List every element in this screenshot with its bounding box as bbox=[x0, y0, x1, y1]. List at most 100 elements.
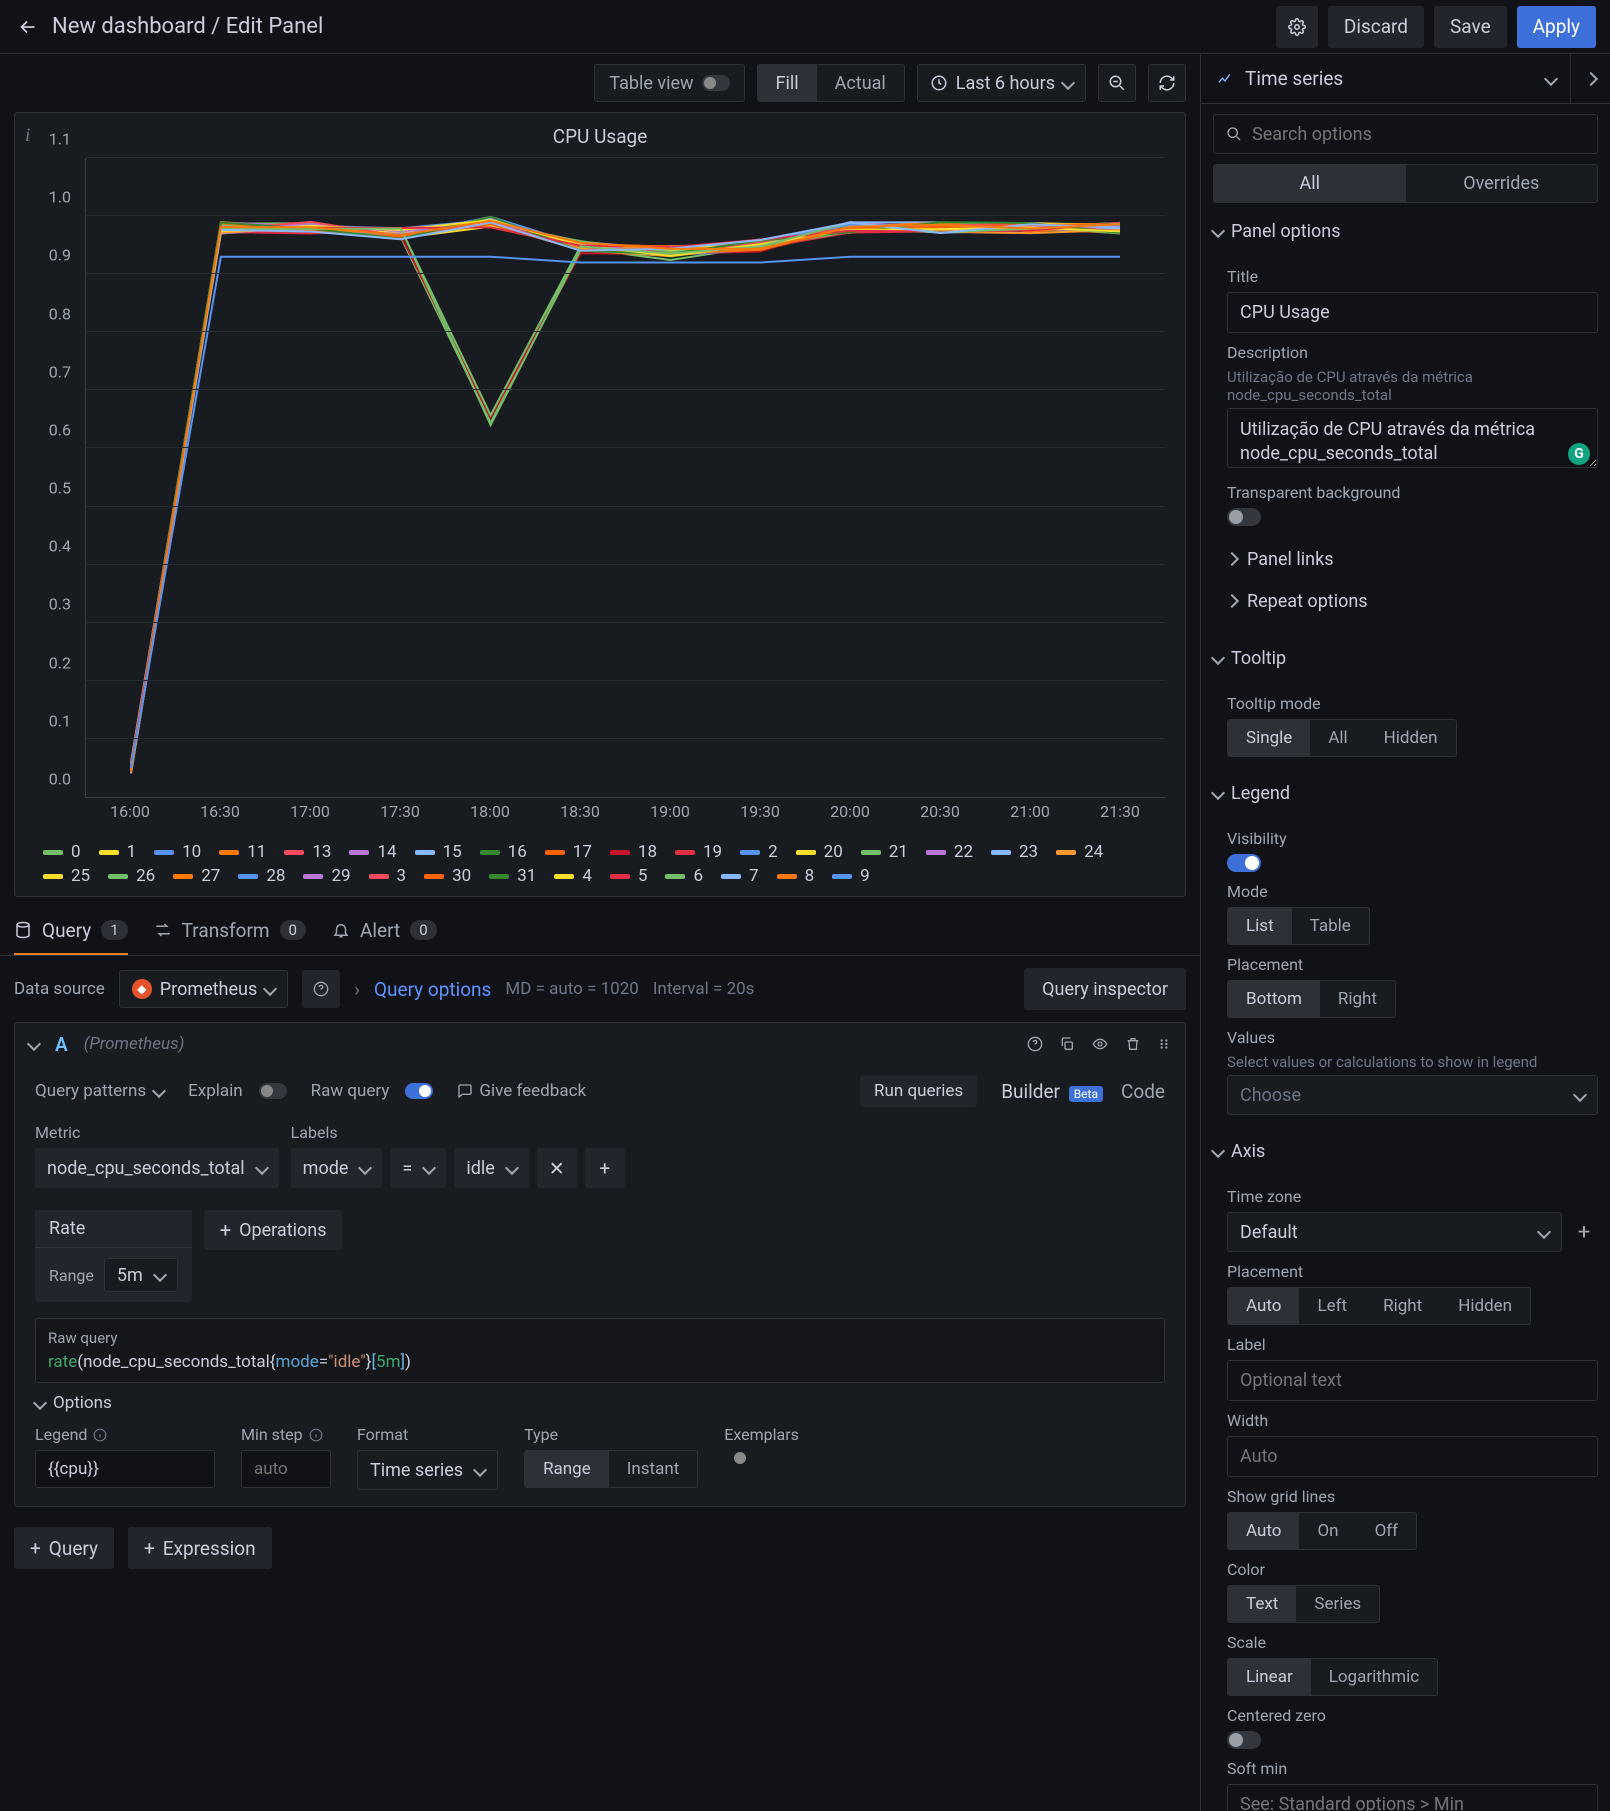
fill-option[interactable]: Fill bbox=[758, 65, 817, 101]
legend-item[interactable]: 13 bbox=[284, 842, 331, 862]
axis-placement-hidden[interactable]: Hidden bbox=[1440, 1288, 1530, 1324]
axis-width-input[interactable] bbox=[1227, 1436, 1598, 1477]
type-range-option[interactable]: Range bbox=[525, 1451, 609, 1487]
legend-item[interactable]: 4 bbox=[554, 866, 592, 886]
legend-item[interactable]: 27 bbox=[173, 866, 220, 886]
query-delete-button[interactable] bbox=[1125, 1036, 1141, 1052]
section-repeat-options[interactable]: Repeat options bbox=[1227, 580, 1598, 622]
section-panel-links[interactable]: Panel links bbox=[1227, 538, 1598, 580]
title-input[interactable] bbox=[1227, 292, 1598, 333]
add-query-button[interactable]: +Query bbox=[14, 1527, 114, 1569]
chart-area[interactable]: 0.00.10.20.30.40.50.60.70.80.91.01.1 16:… bbox=[15, 152, 1185, 832]
legend-item[interactable]: 9 bbox=[832, 866, 870, 886]
tooltip-single[interactable]: Single bbox=[1228, 720, 1310, 756]
format-select[interactable]: Time series bbox=[357, 1450, 498, 1490]
grid-off[interactable]: Off bbox=[1357, 1513, 1417, 1549]
legend-item[interactable]: 20 bbox=[796, 842, 843, 862]
info-icon[interactable] bbox=[93, 1428, 107, 1442]
scale-linear[interactable]: Linear bbox=[1228, 1659, 1311, 1695]
tab-all[interactable]: All bbox=[1214, 165, 1406, 202]
transparent-toggle[interactable] bbox=[1227, 508, 1261, 526]
add-label-button[interactable]: + bbox=[585, 1148, 625, 1188]
query-options-link[interactable]: Query options bbox=[374, 978, 491, 1001]
axis-color-text[interactable]: Text bbox=[1228, 1586, 1296, 1622]
legend-item[interactable]: 25 bbox=[43, 866, 90, 886]
legend-item[interactable]: 23 bbox=[991, 842, 1038, 862]
legend-item[interactable]: 14 bbox=[349, 842, 396, 862]
time-range-picker[interactable]: Last 6 hours bbox=[917, 64, 1086, 102]
legend-placement-right[interactable]: Right bbox=[1320, 981, 1395, 1017]
save-button[interactable]: Save bbox=[1434, 6, 1507, 48]
axis-placement-left[interactable]: Left bbox=[1299, 1288, 1365, 1324]
legend-item[interactable]: 24 bbox=[1056, 842, 1103, 862]
softmin-input[interactable] bbox=[1227, 1784, 1598, 1811]
range-select[interactable]: 5m bbox=[104, 1258, 178, 1292]
tab-query[interactable]: Query 1 bbox=[14, 907, 128, 955]
legend-item[interactable]: 3 bbox=[369, 866, 407, 886]
legend-item[interactable]: 17 bbox=[545, 842, 592, 862]
minstep-input[interactable] bbox=[241, 1450, 331, 1488]
add-operations-button[interactable]: + Operations bbox=[204, 1210, 343, 1250]
feedback-link[interactable]: Give feedback bbox=[457, 1081, 586, 1101]
search-options-input[interactable] bbox=[1250, 123, 1585, 146]
grid-auto[interactable]: Auto bbox=[1228, 1513, 1299, 1549]
centered-zero-toggle[interactable] bbox=[1227, 1731, 1261, 1749]
legend-mode-table[interactable]: Table bbox=[1292, 908, 1369, 944]
legend-item[interactable]: 29 bbox=[303, 866, 350, 886]
description-input[interactable] bbox=[1227, 408, 1598, 468]
info-icon[interactable] bbox=[309, 1428, 323, 1442]
label-op-select[interactable]: = bbox=[390, 1148, 446, 1188]
axis-label-input[interactable] bbox=[1227, 1360, 1598, 1401]
collapse-query-button[interactable] bbox=[27, 1037, 41, 1051]
query-drag-handle[interactable] bbox=[1157, 1036, 1171, 1052]
legend-item[interactable]: 26 bbox=[108, 866, 155, 886]
metric-select[interactable]: node_cpu_seconds_total bbox=[35, 1148, 279, 1188]
legend-item[interactable]: 30 bbox=[424, 866, 471, 886]
viz-side-collapse[interactable] bbox=[1570, 54, 1610, 104]
apply-button[interactable]: Apply bbox=[1517, 6, 1596, 48]
label-value-select[interactable]: idle bbox=[454, 1148, 528, 1188]
legend-item[interactable]: 11 bbox=[219, 842, 266, 862]
legend-values-select[interactable]: Choose bbox=[1227, 1075, 1598, 1115]
settings-button[interactable] bbox=[1276, 6, 1318, 48]
label-key-select[interactable]: mode bbox=[291, 1148, 383, 1188]
refresh-button[interactable] bbox=[1148, 64, 1186, 102]
zoom-out-button[interactable] bbox=[1098, 64, 1136, 102]
legend-item[interactable]: 7 bbox=[721, 866, 759, 886]
legend-item[interactable]: 1 bbox=[99, 842, 137, 862]
legend-item[interactable]: 5 bbox=[610, 866, 648, 886]
legend-item[interactable]: 8 bbox=[777, 866, 815, 886]
query-toggle-visibility[interactable] bbox=[1091, 1036, 1109, 1052]
section-tooltip[interactable]: Tooltip bbox=[1213, 636, 1598, 680]
timezone-select[interactable]: Default bbox=[1227, 1212, 1562, 1252]
add-timezone-button[interactable]: + bbox=[1570, 1218, 1598, 1246]
table-view-toggle[interactable]: Table view bbox=[594, 64, 744, 102]
tab-transform[interactable]: Transform 0 bbox=[154, 907, 306, 955]
legend-item[interactable]: 28 bbox=[238, 866, 285, 886]
legend-item[interactable]: 10 bbox=[154, 842, 201, 862]
tab-alert[interactable]: Alert 0 bbox=[332, 907, 437, 955]
add-expression-button[interactable]: +Expression bbox=[128, 1527, 272, 1569]
axis-placement-right[interactable]: Right bbox=[1365, 1288, 1440, 1324]
raw-query-toggle[interactable]: Raw query bbox=[311, 1081, 434, 1101]
info-icon[interactable]: i bbox=[25, 125, 30, 147]
type-instant-option[interactable]: Instant bbox=[609, 1451, 698, 1487]
section-panel-options[interactable]: Panel options bbox=[1213, 209, 1598, 253]
datasource-help-button[interactable] bbox=[302, 970, 340, 1008]
legend-mode-list[interactable]: List bbox=[1228, 908, 1292, 944]
tooltip-all[interactable]: All bbox=[1310, 720, 1365, 756]
visualization-type-select[interactable]: Time series bbox=[1201, 67, 1570, 90]
explain-toggle[interactable]: Explain bbox=[188, 1081, 287, 1101]
query-patterns-dropdown[interactable]: Query patterns bbox=[35, 1081, 164, 1101]
legend-item[interactable]: 19 bbox=[675, 842, 722, 862]
axis-color-series[interactable]: Series bbox=[1296, 1586, 1379, 1622]
legend-item[interactable]: 15 bbox=[415, 842, 462, 862]
query-inspector-button[interactable]: Query inspector bbox=[1024, 968, 1186, 1010]
legend-item[interactable]: 18 bbox=[610, 842, 657, 862]
legend-input[interactable] bbox=[35, 1450, 215, 1488]
datasource-select[interactable]: ◆ Prometheus bbox=[119, 970, 288, 1008]
query-copy-button[interactable] bbox=[1059, 1036, 1075, 1052]
section-legend[interactable]: Legend bbox=[1213, 771, 1598, 815]
actual-option[interactable]: Actual bbox=[817, 65, 904, 101]
legend-item[interactable]: 22 bbox=[926, 842, 973, 862]
